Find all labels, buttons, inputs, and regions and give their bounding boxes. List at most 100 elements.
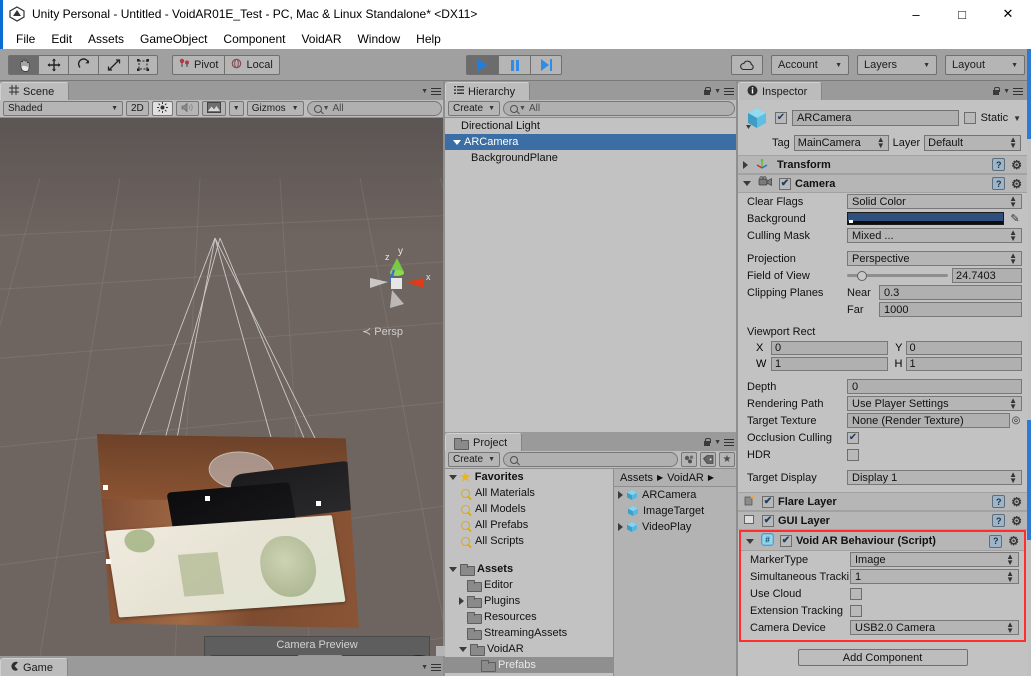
tab-game[interactable]: Game [0, 658, 68, 676]
chevron-right-icon[interactable] [459, 597, 464, 605]
menu-gameobject[interactable]: GameObject [132, 30, 215, 48]
favorite-button[interactable]: ★ [719, 452, 735, 467]
project-folder-voidar[interactable]: VoidAR [445, 641, 613, 657]
chevron-down-icon[interactable] [746, 538, 754, 544]
component-header-transform[interactable]: Transform ? ⚙ [738, 155, 1027, 174]
project-asset-videoplay[interactable]: VideoPlay [614, 519, 738, 535]
chevron-down-icon[interactable] [743, 181, 751, 186]
scene-projection-label[interactable]: ≺ Persp [362, 325, 403, 338]
step-button[interactable] [530, 55, 562, 75]
selection-handle[interactable] [205, 496, 210, 501]
menu-assets[interactable]: Assets [80, 30, 132, 48]
game-panel-menu[interactable]: ▼ [421, 662, 441, 673]
filter-by-type-button[interactable] [681, 452, 697, 467]
help-icon[interactable]: ? [989, 534, 1003, 548]
cloud-button[interactable] [731, 55, 763, 75]
gear-icon[interactable]: ⚙ [1011, 514, 1022, 528]
maximize-button[interactable]: □ [939, 0, 985, 28]
selection-handle[interactable] [316, 501, 321, 506]
hierarchy-item-directional-light[interactable]: Directional Light [445, 118, 738, 134]
project-asset-arcamera[interactable]: ARCamera [614, 487, 738, 503]
component-header-voidar-behaviour[interactable]: # Void AR Behaviour (Script) ? ⚙ [741, 532, 1024, 551]
lock-icon[interactable] [703, 87, 712, 96]
markertype-dropdown[interactable]: Image ▲ ▼ [850, 552, 1019, 567]
target-display-dropdown[interactable]: Display 1 ▲ ▼ [847, 470, 1022, 485]
tab-scene[interactable]: Scene [0, 82, 70, 100]
2d-toggle-button[interactable]: 2D [126, 101, 149, 116]
camera-enabled-checkbox[interactable] [779, 177, 791, 190]
object-picker-icon[interactable]: ◎ [1010, 415, 1022, 426]
gear-icon[interactable]: ⚙ [1011, 158, 1022, 172]
project-contents[interactable]: Assets ▶ VoidAR ▶ ARCamera ImageTarget V… [613, 469, 738, 676]
pivot-toggle-button[interactable]: Pivot [172, 54, 225, 75]
depth-input[interactable]: 0 [847, 379, 1022, 394]
hierarchy-inspector-splitter[interactable] [736, 81, 738, 676]
pause-button[interactable] [498, 55, 530, 75]
tab-inspector[interactable]: Inspector [738, 82, 823, 100]
far-input[interactable]: 1000 [879, 302, 1022, 317]
gear-icon[interactable]: ⚙ [1011, 177, 1022, 191]
layout-dropdown[interactable]: Layout ▼ [945, 55, 1025, 75]
hierarchy-search-input[interactable]: ▼ All [503, 101, 735, 116]
project-folder-streamingassets[interactable]: StreamingAssets [445, 625, 613, 641]
extension-tracking-checkbox[interactable] [850, 604, 862, 617]
use-cloud-checkbox[interactable] [850, 587, 862, 600]
selection-handle[interactable] [103, 485, 108, 490]
flare-layer-enabled-checkbox[interactable] [762, 495, 774, 508]
help-icon[interactable]: ? [992, 177, 1006, 190]
gear-icon[interactable]: ⚙ [1011, 495, 1022, 509]
lock-icon[interactable] [992, 87, 1001, 96]
chevron-down-icon[interactable] [459, 646, 467, 652]
gameobject-name-input[interactable]: ARCamera [792, 110, 959, 126]
simultaneous-tracking-dropdown[interactable]: 1 ▲ ▼ [850, 569, 1019, 584]
audio-toggle-button[interactable] [175, 101, 199, 116]
occlusion-culling-checkbox[interactable] [847, 431, 859, 444]
breadcrumb-voidar[interactable]: VoidAR [667, 472, 704, 484]
tab-project[interactable]: Project [445, 433, 523, 451]
projection-dropdown[interactable]: Perspective ▲ ▼ [847, 251, 1022, 266]
hand-tool-button[interactable] [8, 54, 38, 75]
hdr-checkbox[interactable] [847, 448, 859, 461]
scene-axis-gizmo[interactable]: y z x [360, 246, 431, 318]
move-tool-button[interactable] [38, 54, 68, 75]
component-header-camera[interactable]: Camera ? ⚙ [738, 174, 1027, 193]
viewport-h-input[interactable]: 1 [905, 357, 1022, 371]
project-tree[interactable]: ★ Favorites All Materials All Models All… [445, 469, 613, 676]
project-panel-menu[interactable]: ▼ [703, 437, 734, 448]
project-search-input[interactable] [503, 452, 678, 467]
hierarchy-item-arcamera[interactable]: ARCamera [445, 134, 738, 150]
menu-file[interactable]: File [8, 30, 43, 48]
chevron-down-icon[interactable] [453, 139, 461, 145]
layers-dropdown[interactable]: Layers ▼ [857, 55, 937, 75]
chevron-right-icon[interactable] [618, 523, 623, 531]
lighting-toggle-button[interactable] [151, 101, 173, 116]
project-create-button[interactable]: Create ▼ [448, 452, 500, 467]
eyedropper-icon[interactable]: ✎ [1008, 212, 1022, 225]
hierarchy-item-backgroundplane[interactable]: BackgroundPlane [445, 150, 738, 166]
menu-window[interactable]: Window [349, 30, 408, 48]
close-button[interactable]: ✕ [985, 0, 1031, 28]
filter-by-label-button[interactable] [700, 452, 716, 467]
project-folder-plugins[interactable]: Plugins [445, 593, 613, 609]
component-header-flare-layer[interactable]: Flare Layer ? ⚙ [738, 492, 1027, 511]
project-asset-imagetarget[interactable]: ImageTarget [614, 503, 738, 519]
effects-toggle-button[interactable] [201, 101, 226, 116]
viewport-x-input[interactable]: 0 [771, 341, 888, 355]
chevron-right-icon[interactable] [743, 160, 748, 169]
viewport-w-input[interactable]: 1 [771, 357, 888, 371]
hierarchy-list[interactable]: Directional Light ARCamera BackgroundPla… [445, 118, 738, 432]
effects-dropdown[interactable]: ▼ [228, 101, 244, 116]
account-dropdown[interactable]: Account ▼ [771, 55, 849, 75]
project-favorite-all-scripts[interactable]: All Scripts [445, 533, 613, 549]
hierarchy-panel-menu[interactable]: ▼ [703, 86, 734, 97]
scene-viewport[interactable]: y z x ≺ Persp Camera Preview [0, 118, 445, 656]
chevron-down-icon[interactable] [449, 566, 457, 572]
voidar-enabled-checkbox[interactable] [780, 535, 792, 547]
play-button[interactable] [466, 55, 498, 75]
chevron-down-icon[interactable]: ▼ [1013, 114, 1021, 123]
project-folder-resources[interactable]: Resources [445, 609, 613, 625]
scale-tool-button[interactable] [98, 54, 128, 75]
breadcrumb-assets[interactable]: Assets [620, 472, 653, 484]
viewport-y-input[interactable]: 0 [905, 341, 1022, 355]
shading-mode-dropdown[interactable]: Shaded ▼ [3, 101, 123, 116]
